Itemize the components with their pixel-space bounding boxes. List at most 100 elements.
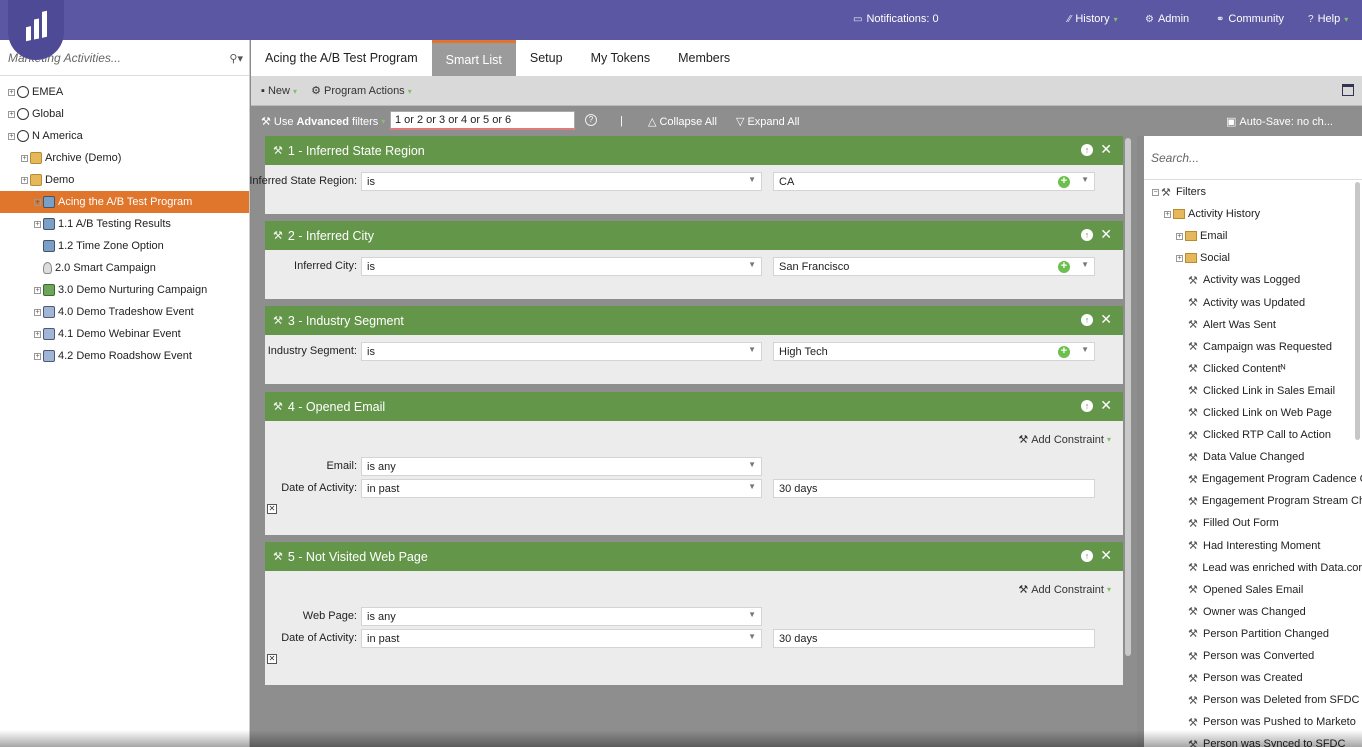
tree-item[interactable]: + Global — [0, 103, 249, 125]
remove-filter-icon[interactable]: ✕ — [1100, 141, 1112, 158]
move-up-icon[interactable]: ↑ — [1081, 314, 1093, 326]
move-up-icon[interactable]: ↑ — [1081, 144, 1093, 156]
move-up-icon[interactable]: ↑ — [1081, 550, 1093, 562]
operator-select[interactable]: in past ▼ — [361, 479, 762, 498]
canvas-scrollbar[interactable] — [1125, 138, 1131, 656]
tab-setup[interactable]: Setup — [516, 40, 577, 76]
value-field[interactable]: San Francisco + ▼ — [773, 257, 1095, 276]
expand-toggle-icon[interactable]: + — [34, 286, 41, 294]
filter-item[interactable]: ⚒ Owner was Changed — [1144, 601, 1362, 623]
expand-toggle-icon[interactable]: + — [34, 198, 41, 206]
value-field[interactable]: 30 days — [773, 629, 1095, 648]
move-up-icon[interactable]: ↑ — [1081, 400, 1093, 412]
program-actions-menu[interactable]: ⚙ Program Actions ▾ — [311, 84, 412, 97]
filter-item[interactable]: ⚒ Activity was Updated — [1144, 291, 1362, 313]
filter-item[interactable]: ⚒ Opened Sales Email — [1144, 579, 1362, 601]
value-field[interactable]: High Tech + ▼ — [773, 342, 1095, 361]
operator-select[interactable]: is any ▼ — [361, 457, 762, 476]
filter-icon[interactable]: ⚲▾ — [229, 52, 243, 65]
operator-select[interactable]: is ▼ — [361, 172, 762, 191]
tab-members[interactable]: Members — [664, 40, 744, 76]
expand-all-button[interactable]: ▽ Expand All — [736, 115, 799, 129]
filter-item[interactable]: ⚒ Had Interesting Moment — [1144, 535, 1362, 557]
remove-filter-icon[interactable]: ✕ — [1100, 547, 1112, 564]
tree-item[interactable]: +4.0 Demo Tradeshow Event — [0, 301, 249, 323]
tree-item[interactable]: + Acing the A/B Test Program — [0, 191, 249, 213]
move-up-icon[interactable]: ↑ — [1081, 229, 1093, 241]
tab-my-tokens[interactable]: My Tokens — [577, 40, 665, 76]
community-link[interactable]: ⚭ Community — [1216, 13, 1284, 25]
use-advanced-filters-menu[interactable]: ⚒ Use Advanced filters ▾ — [261, 115, 385, 129]
remove-filter-icon[interactable]: ✕ — [1100, 397, 1112, 414]
value-field[interactable]: 30 days — [773, 479, 1095, 498]
filter-item[interactable]: ⚒ Lead was enriched with Data.cor — [1144, 557, 1362, 579]
expand-toggle-icon[interactable]: + — [34, 308, 41, 316]
tree-item[interactable]: +1.1 A/B Testing Results — [0, 213, 249, 235]
value-field[interactable]: CA + ▼ — [773, 172, 1095, 191]
expand-toggle-icon[interactable]: + — [8, 132, 15, 140]
delete-constraint-icon[interactable]: ✕ — [267, 654, 277, 664]
filter-item[interactable]: ⚒ Clicked Link in Sales Email — [1144, 380, 1362, 402]
operator-select[interactable]: is ▼ — [361, 257, 762, 276]
remove-filter-icon[interactable]: ✕ — [1100, 226, 1112, 243]
tab-acing-the-a-b-test-program[interactable]: Acing the A/B Test Program — [251, 40, 432, 76]
expand-toggle-icon[interactable]: + — [1164, 210, 1171, 218]
filter-item[interactable]: ⚒ Alert Was Sent — [1144, 314, 1362, 336]
filter-header[interactable]: ⚒ 4 - Opened Email ↑ ✕ — [265, 392, 1123, 421]
filter-item[interactable]: ⚒ Clicked Contentᴺ — [1144, 358, 1362, 380]
new-menu[interactable]: ▪ New ▾ — [261, 85, 297, 97]
operator-select[interactable]: is ▼ — [361, 342, 762, 361]
expand-toggle-icon[interactable]: + — [34, 330, 41, 338]
filter-item[interactable]: ⚒ Person was Created — [1144, 667, 1362, 689]
filter-item[interactable]: ⚒ Filled Out Form — [1144, 512, 1362, 534]
email-folder[interactable]: + Email — [1144, 225, 1362, 247]
filter-item[interactable]: ⚒ Person Partition Changed — [1144, 623, 1362, 645]
add-value-icon[interactable]: + — [1058, 346, 1070, 358]
collapse-all-button[interactable]: △ Collapse All — [648, 115, 717, 129]
expand-toggle-icon[interactable]: + — [8, 110, 15, 118]
marketo-logo[interactable] — [8, 0, 64, 60]
expand-toggle-icon[interactable]: + — [21, 154, 28, 162]
expand-toggle-icon[interactable]: + — [21, 176, 28, 184]
operator-select[interactable]: in past ▼ — [361, 629, 762, 648]
expand-toggle-icon[interactable]: + — [8, 88, 15, 96]
tree-item[interactable]: +4.1 Demo Webinar Event — [0, 323, 249, 345]
filter-item[interactable]: ⚒ Person was Synced to SFDC — [1144, 733, 1362, 747]
delete-constraint-icon[interactable]: ✕ — [267, 504, 277, 514]
filter-item[interactable]: ⚒ Engagement Program Cadence C — [1144, 468, 1362, 490]
remove-filter-icon[interactable]: ✕ — [1100, 311, 1112, 328]
tree-item[interactable]: + Archive (Demo) — [0, 147, 249, 169]
expand-toggle-icon[interactable]: + — [1176, 232, 1183, 240]
filter-item[interactable]: ⚒ Engagement Program Stream Ch — [1144, 490, 1362, 512]
filter-item[interactable]: ⚒ Activity was Logged — [1144, 269, 1362, 291]
add-value-icon[interactable]: + — [1058, 176, 1070, 188]
add-constraint-button[interactable]: ⚒ Add Constraint ▾ — [1018, 583, 1111, 597]
operator-select[interactable]: is any ▼ — [361, 607, 762, 626]
filter-header[interactable]: ⚒ 2 - Inferred City ↑ ✕ — [265, 221, 1123, 250]
filters-root[interactable]: − ⚒ Filters — [1144, 181, 1362, 203]
add-value-icon[interactable]: + — [1058, 261, 1070, 273]
tree-item[interactable]: + EMEA — [0, 81, 249, 103]
tree-item[interactable]: + N America — [0, 125, 249, 147]
tree-item[interactable]: +3.0 Demo Nurturing Campaign — [0, 279, 249, 301]
filter-item[interactable]: ⚒ Clicked RTP Call to Action — [1144, 424, 1362, 446]
tree-item[interactable]: +1.2 Time Zone Option — [0, 235, 249, 257]
filter-header[interactable]: ⚒ 1 - Inferred State Region ↑ ✕ — [265, 136, 1123, 165]
filter-item[interactable]: ⚒ Person was Pushed to Marketo — [1144, 711, 1362, 733]
rule-logic-input[interactable] — [390, 111, 575, 130]
help-menu[interactable]: ? Help ▾ — [1308, 13, 1348, 25]
activity-history-folder[interactable]: + Activity History — [1144, 203, 1362, 225]
filter-header[interactable]: ⚒ 5 - Not Visited Web Page ↑ ✕ — [265, 542, 1123, 571]
filter-tree-scrollbar[interactable] — [1355, 182, 1360, 440]
admin-link[interactable]: ⚙ Admin — [1145, 13, 1189, 25]
expand-toggle-icon[interactable]: + — [1176, 254, 1183, 262]
filter-item[interactable]: ⚒ Data Value Changed — [1144, 446, 1362, 468]
window-icon[interactable] — [1342, 84, 1354, 96]
history-menu[interactable]: ⁄⁄ History ▾ — [1068, 13, 1118, 25]
help-circle-icon[interactable]: ? — [585, 114, 597, 126]
expand-toggle-icon[interactable]: + — [34, 352, 41, 360]
filter-item[interactable]: ⚒ Person was Converted — [1144, 645, 1362, 667]
filter-header[interactable]: ⚒ 3 - Industry Segment ↑ ✕ — [265, 306, 1123, 335]
filter-search-input[interactable] — [1151, 150, 1331, 165]
expand-toggle-icon[interactable]: + — [34, 220, 41, 228]
